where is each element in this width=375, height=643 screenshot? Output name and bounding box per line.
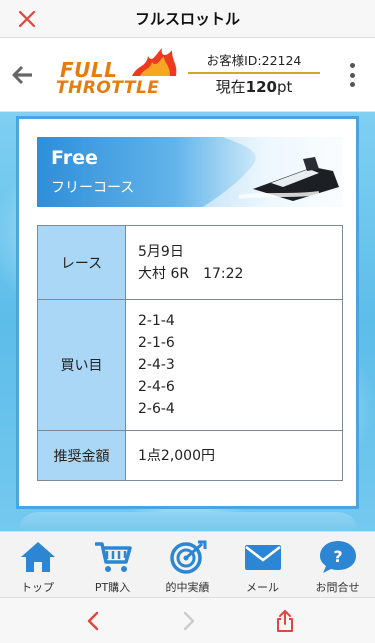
- chevron-right-icon: [183, 611, 195, 631]
- back-button[interactable]: [10, 62, 36, 88]
- window-title: フルスロットル: [134, 10, 240, 28]
- nav-label: トップ: [21, 581, 54, 594]
- logo-text-line2: THROTTLE: [56, 78, 160, 98]
- help-icon: ?: [319, 541, 356, 573]
- boat-icon: [203, 137, 343, 207]
- row-label-picks: 買い目: [37, 299, 126, 431]
- more-menu-button[interactable]: [340, 60, 364, 90]
- dot-icon: [349, 63, 355, 68]
- title-bar: フルスロットル: [0, 0, 375, 38]
- nav-label: お問合せ: [315, 581, 360, 594]
- race-date: 5月9日: [138, 243, 184, 260]
- race-value: 5月9日 大村 6R 17:22: [125, 225, 343, 300]
- close-button[interactable]: [14, 6, 40, 32]
- row-label-race: レース: [37, 225, 126, 300]
- nav-item-top[interactable]: トップ: [0, 532, 75, 597]
- course-panel: Free フリーコース レース 5月9日 大村 6R 17:22 買い目 2-1…: [16, 116, 359, 509]
- account-divider: [188, 72, 320, 74]
- arrow-left-icon: [12, 65, 32, 85]
- flame-icon: [132, 48, 177, 76]
- points-balance: 現在120pt: [188, 76, 320, 98]
- nav-label: PT購入: [94, 581, 131, 594]
- nav-label: 的中実績: [165, 581, 210, 594]
- pick-item: 2-4-6: [138, 379, 175, 395]
- pick-item: 2-1-6: [138, 335, 175, 351]
- course-banner: Free フリーコース: [37, 137, 343, 207]
- site-logo[interactable]: FULL THROTTLE: [56, 48, 178, 102]
- points-prefix: 現在: [215, 78, 246, 96]
- table-row: 買い目 2-1-4 2-1-6 2-4-3 2-4-6 2-6-4: [37, 299, 343, 431]
- next-section-card: [18, 512, 358, 531]
- banner-subtitle: フリーコース: [51, 180, 135, 196]
- browser-back-button[interactable]: [80, 608, 106, 634]
- target-icon: [169, 540, 206, 574]
- race-venue-time: 大村 6R 17:22: [138, 265, 244, 282]
- chevron-left-icon: [87, 611, 99, 631]
- nav-item-pt-purchase[interactable]: PT購入: [75, 532, 150, 597]
- customer-id: お客様ID:22124: [206, 53, 302, 68]
- dot-icon: [349, 72, 355, 78]
- nav-item-mail[interactable]: メール: [225, 532, 300, 597]
- nav-label: メール: [246, 581, 279, 594]
- browser-toolbar: [0, 597, 375, 643]
- cart-icon: [94, 542, 132, 572]
- nav-item-results[interactable]: 的中実績: [150, 532, 225, 597]
- pick-item: 2-1-4: [138, 313, 175, 329]
- race-info-table: レース 5月9日 大村 6R 17:22 買い目 2-1-4 2-1-6 2-4…: [37, 225, 343, 481]
- svg-text:?: ?: [333, 547, 342, 566]
- dot-icon: [349, 82, 355, 87]
- share-icon: [277, 610, 293, 632]
- points-value: 120: [245, 78, 277, 96]
- table-row: 推奨金額 1点2,000円: [37, 430, 343, 481]
- mail-icon: [244, 545, 281, 570]
- main-content[interactable]: Free フリーコース レース 5月9日 大村 6R 17:22 買い目 2-1…: [0, 112, 375, 531]
- table-row: レース 5月9日 大村 6R 17:22: [37, 225, 343, 300]
- picks-value: 2-1-4 2-1-6 2-4-3 2-4-6 2-6-4: [125, 299, 343, 431]
- site-header: FULL THROTTLE お客様ID:22124 現在120pt: [0, 38, 375, 112]
- pick-item: 2-6-4: [138, 401, 175, 417]
- points-unit: pt: [276, 78, 293, 96]
- amount-value: 1点2,000円: [125, 430, 343, 481]
- banner-title: Free: [51, 147, 98, 169]
- close-icon: [18, 10, 36, 28]
- row-label-amount: 推奨金額: [37, 430, 126, 481]
- home-icon: [20, 542, 55, 572]
- account-summary: お客様ID:22124 現在120pt: [188, 52, 320, 98]
- logo-text-line1: FULL: [60, 58, 118, 82]
- pick-item: 2-4-3: [138, 357, 175, 373]
- nav-item-contact[interactable]: ? お問合せ: [300, 532, 375, 597]
- bottom-nav: トップ PT購入 的中実績 メール ? お問合せ: [0, 531, 375, 597]
- share-button[interactable]: [272, 608, 298, 634]
- browser-forward-button[interactable]: [176, 608, 202, 634]
